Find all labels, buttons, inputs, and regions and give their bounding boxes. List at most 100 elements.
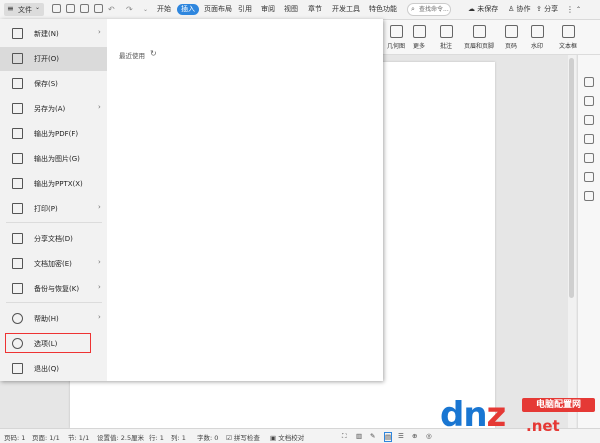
menu-item-export-image[interactable]: 输出为图片(G) — [0, 147, 107, 171]
page-number-button[interactable]: 页码 — [500, 25, 522, 50]
share-icon[interactable] — [584, 191, 594, 201]
header-footer-button[interactable]: 页眉和页脚 — [460, 25, 498, 50]
menu-item-export-pdf[interactable]: 输出为PDF(F) — [0, 122, 107, 146]
menu-item-encrypt[interactable]: 文档加密(E) › — [0, 252, 107, 276]
more-icon — [412, 25, 426, 38]
watermark-logo-z: z — [486, 395, 507, 435]
watermark-logo: dnz — [440, 395, 507, 435]
menu-item-exit[interactable]: 退出(Q) — [0, 357, 107, 381]
title-bar: ≡ 文件 ⌄ ↶ ↷ ⌄ 开始 插入 页面布局 引用 审阅 视图 章节 开发工具… — [0, 0, 600, 20]
tab-references[interactable]: 引用 — [238, 4, 252, 15]
menu-item-backup[interactable]: 备份与恢复(K) › — [0, 277, 107, 301]
cloud-icon: ☁ — [468, 5, 475, 13]
save-as-icon — [12, 103, 23, 114]
collab-label: 协作 — [516, 5, 531, 13]
spellcheck-toggle[interactable]: ☑ 拼写检查 — [226, 432, 260, 442]
exit-icon — [12, 363, 23, 374]
search-placeholder: 查找命令... — [419, 6, 449, 13]
geometry-shapes-button[interactable]: 几何图 — [385, 25, 407, 50]
status-page-number: 页码: 1 — [4, 434, 26, 442]
encrypt-icon — [12, 258, 23, 269]
proofread-label: 文档校对 — [278, 434, 305, 442]
tab-page-layout[interactable]: 页面布局 — [204, 4, 232, 15]
help-icon — [12, 313, 23, 324]
menu-item-label: 帮助(H) — [34, 315, 59, 323]
tab-chapter[interactable]: 章节 — [308, 4, 322, 15]
menu-item-print[interactable]: 打印(P) › — [0, 197, 107, 221]
menu-item-save-as[interactable]: 另存为(A) › — [0, 97, 107, 121]
status-pages: 页面: 1/1 — [32, 434, 60, 442]
status-position: 设置值: 2.5厘米 — [97, 434, 145, 442]
chevron-up-icon[interactable]: ⌃ — [576, 4, 581, 15]
search-icon: ⌕ — [411, 5, 415, 13]
redo-icon[interactable]: ↷ — [126, 4, 133, 15]
tab-view[interactable]: 视图 — [284, 4, 298, 15]
textbox-button[interactable]: 文本框 — [555, 25, 581, 50]
file-menu-button[interactable]: ≡ 文件 ⌄ — [4, 3, 44, 16]
menu-item-help[interactable]: 帮助(H) › — [0, 307, 107, 331]
shapes-icon — [389, 25, 403, 38]
tab-review[interactable]: 审阅 — [261, 4, 275, 15]
sliders-icon[interactable] — [584, 172, 594, 182]
site-watermark: dnz 电脑配置网 .net — [440, 395, 598, 441]
menu-item-label: 备份与恢复(K) — [34, 285, 80, 293]
refresh-icon[interactable]: ↻ — [150, 49, 157, 58]
menu-item-export-pptx[interactable]: 输出为PPTX(X) — [0, 172, 107, 196]
watermark-logo-text: dn — [440, 395, 488, 435]
unsaved-label: 未保存 — [477, 5, 499, 13]
menu-item-open[interactable]: 打开(O) — [0, 47, 107, 71]
page-number-icon — [504, 25, 518, 38]
more-options-icon[interactable]: ⋮ — [566, 4, 574, 15]
watermark-site-name: 电脑配置网 — [522, 398, 595, 412]
tab-features[interactable]: 特色功能 — [369, 4, 397, 15]
file-menu-dropdown: 新建(N) › 打开(O) 保存(S) 另存为(A) › 输出为PDF(F) 输出为… — [0, 19, 383, 381]
eye-protect-icon[interactable]: ◎ — [426, 432, 432, 440]
chevron-right-icon: › — [98, 103, 101, 111]
undo-icon[interactable]: ↶ — [108, 4, 115, 15]
more-button[interactable]: 更多 — [408, 25, 430, 50]
web-view-icon[interactable]: ⊕ — [412, 432, 417, 440]
clipboard-icon[interactable] — [584, 96, 594, 106]
tab-insert[interactable]: 插入 — [177, 4, 199, 15]
checkbox-icon: ☑ — [226, 434, 232, 442]
print-icon[interactable] — [80, 4, 89, 13]
tab-home[interactable]: 开始 — [157, 4, 171, 15]
status-row: 行: 1 — [149, 434, 164, 442]
comment-button[interactable]: 批注 — [436, 25, 456, 50]
print-preview-icon[interactable] — [94, 4, 103, 13]
menu-separator — [6, 302, 102, 303]
file-menu-list: 新建(N) › 打开(O) 保存(S) 另存为(A) › 输出为PDF(F) 输出为… — [0, 19, 107, 381]
export-pdf-icon[interactable] — [66, 4, 75, 13]
fullscreen-icon[interactable]: ⛶ — [342, 432, 347, 441]
watermark-button[interactable]: 水印 — [526, 25, 548, 50]
textbox-icon — [561, 25, 575, 38]
share-button[interactable]: ⇪ 分享 — [536, 4, 558, 15]
select-cursor-icon[interactable] — [584, 153, 594, 163]
edit-doc-icon[interactable] — [584, 115, 594, 125]
menu-item-share-doc[interactable]: 分享文档(D) — [0, 227, 107, 251]
unsaved-status[interactable]: ☁ 未保存 — [468, 4, 498, 15]
watermark-label: 水印 — [530, 43, 543, 50]
read-mode-icon[interactable]: ▥ — [356, 432, 362, 440]
tab-developer[interactable]: 开发工具 — [332, 4, 360, 15]
proofread-button[interactable]: ▣ 文档校对 — [270, 432, 304, 442]
save-icon[interactable] — [52, 4, 61, 13]
text-style-icon[interactable] — [584, 77, 594, 87]
pen-icon[interactable] — [584, 134, 594, 144]
pen-icon[interactable]: ✎ — [370, 432, 375, 440]
scrollbar-thumb[interactable] — [569, 58, 574, 298]
outline-view-icon[interactable]: ☰ — [398, 432, 404, 440]
menu-item-label: 文档加密(E) — [34, 260, 72, 268]
menu-item-label: 输出为PDF(F) — [34, 130, 79, 138]
menu-item-save[interactable]: 保存(S) — [0, 72, 107, 96]
menu-item-label: 新建(N) — [34, 30, 59, 38]
chevron-down-icon[interactable]: ⌄ — [143, 4, 148, 15]
page-view-icon[interactable]: ▤ — [384, 432, 393, 442]
export-pptx-icon — [12, 178, 23, 189]
command-search-input[interactable]: ⌕ 查找命令... — [407, 3, 451, 16]
folder-open-icon — [12, 53, 23, 64]
proofread-icon: ▣ — [270, 434, 277, 442]
print-icon — [12, 203, 23, 214]
menu-item-new[interactable]: 新建(N) › — [0, 22, 107, 46]
collab-button[interactable]: ♙ 协作 — [508, 4, 531, 15]
